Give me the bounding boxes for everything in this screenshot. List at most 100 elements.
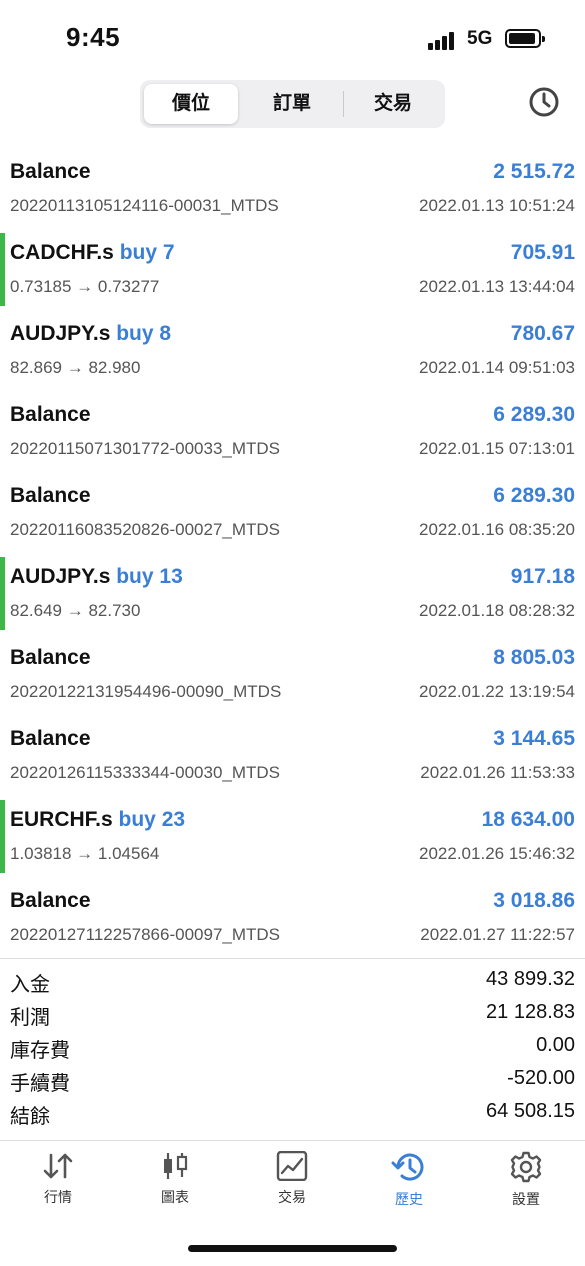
segmented-control: 價位 訂單 交易 [140, 80, 445, 128]
history-row[interactable]: Balance 3 018.86 20220127112257866-00097… [0, 877, 585, 958]
row-amount: 18 634.00 [481, 808, 575, 831]
network-type: 5G [467, 28, 493, 49]
arrows-updown-icon [43, 1153, 73, 1179]
summary-value: 64 508.15 [486, 1100, 575, 1122]
row-amount: 6 289.30 [493, 403, 575, 426]
history-row[interactable]: EURCHF.s buy 23 18 634.00 1.03818 → 1.04… [0, 796, 585, 877]
tab-label: 行情 [44, 1189, 72, 1205]
row-title: Balance [10, 646, 91, 669]
row-title: EURCHF.s buy 23 [10, 808, 185, 832]
summary-commission: 手續費 -520.00 [0, 1065, 585, 1098]
row-date: 2022.01.14 09:51:03 [419, 358, 575, 377]
row-symbol: AUDJPY.s [10, 565, 111, 588]
segment-orders[interactable]: 訂單 [242, 84, 342, 124]
battery-icon [505, 29, 545, 48]
row-date: 2022.01.13 10:51:24 [419, 196, 575, 215]
row-prices: 0.73185 → 0.73277 [10, 277, 160, 296]
summary-divider [0, 958, 585, 959]
trade-marker [0, 557, 5, 630]
summary-value: 21 128.83 [486, 1001, 575, 1023]
row-operation: buy 8 [116, 322, 172, 345]
row-prices: 1.03818 → 1.04564 [10, 844, 160, 863]
tab-label: 歷史 [395, 1191, 423, 1207]
tab-label: 設置 [512, 1191, 540, 1207]
trade-marker [0, 800, 5, 873]
row-prices: 82.649 → 82.730 [10, 601, 141, 620]
row-prices: 82.869 → 82.980 [10, 358, 141, 377]
row-amount: 780.67 [510, 322, 575, 345]
row-title: Balance [10, 160, 91, 183]
row-date: 2022.01.18 08:28:32 [419, 601, 575, 620]
row-amount: 705.91 [510, 241, 575, 264]
summary-swap: 庫存費 0.00 [0, 1032, 585, 1065]
history-row[interactable]: Balance 2 515.72 20220113105124116-00031… [0, 148, 585, 229]
row-operation: buy 23 [118, 808, 186, 831]
cellular-signal-icon [428, 30, 456, 50]
row-ticket: 20220127112257866-00097_MTDS [10, 925, 281, 944]
tab-trade[interactable]: 交易 [242, 1151, 342, 1221]
status-bar: 9:45 5G [0, 0, 585, 70]
summary-label: 庫存費 [10, 1040, 70, 1062]
candlestick-icon [164, 1153, 188, 1179]
row-amount: 3 018.86 [493, 889, 575, 912]
tab-bar: 行情 圖表 交易 歷史 設置 [0, 1141, 585, 1221]
tab-label: 交易 [278, 1189, 306, 1205]
tab-quotes[interactable]: 行情 [8, 1151, 108, 1221]
status-time: 9:45 [66, 22, 121, 52]
row-symbol: AUDJPY.s [10, 322, 111, 345]
home-indicator [188, 1245, 397, 1252]
row-symbol: CADCHF.s [10, 241, 114, 264]
row-ticket: 20220126115333344-00030_MTDS [10, 763, 281, 782]
row-ticket: 20220116083520826-00027_MTDS [10, 520, 281, 539]
row-operation: buy 13 [116, 565, 183, 588]
trade-chart-icon [276, 1151, 308, 1181]
history-row[interactable]: AUDJPY.s buy 8 780.67 82.869 → 82.980 20… [0, 310, 585, 391]
summary-section: 入金 43 899.32 利潤 21 128.83 庫存費 0.00 手續費 -… [0, 966, 585, 1131]
row-title: Balance [10, 727, 91, 750]
history-clock-icon [391, 1153, 424, 1181]
summary-value: -520.00 [507, 1067, 575, 1089]
row-ticket: 20220115071301772-00033_MTDS [10, 439, 281, 458]
tab-history[interactable]: 歷史 [359, 1151, 459, 1221]
tab-label: 圖表 [161, 1189, 189, 1205]
row-title: AUDJPY.s buy 13 [10, 565, 183, 589]
segment-prices[interactable]: 價位 [144, 84, 238, 124]
row-ticket: 20220113105124116-00031_MTDS [10, 196, 279, 215]
summary-label: 入金 [10, 974, 50, 996]
trade-marker [0, 233, 5, 306]
summary-label: 手續費 [10, 1073, 70, 1095]
row-title: Balance [10, 403, 91, 426]
row-title: Balance [10, 889, 91, 912]
history-row[interactable]: AUDJPY.s buy 13 917.18 82.649 → 82.730 2… [0, 553, 585, 634]
summary-label: 利潤 [10, 1007, 50, 1029]
segment-divider [343, 91, 344, 117]
row-amount: 8 805.03 [493, 646, 575, 669]
row-title: Balance [10, 484, 91, 507]
row-amount: 917.18 [510, 565, 575, 588]
tab-charts[interactable]: 圖表 [125, 1151, 225, 1221]
clock-icon[interactable] [528, 86, 560, 118]
row-date: 2022.01.27 11:22:57 [420, 925, 575, 944]
segment-deals[interactable]: 交易 [345, 84, 441, 124]
row-symbol: EURCHF.s [10, 808, 113, 831]
summary-value: 43 899.32 [486, 968, 575, 990]
summary-balance: 結餘 64 508.15 [0, 1098, 585, 1131]
history-row[interactable]: Balance 8 805.03 20220122131954496-00090… [0, 634, 585, 715]
row-date: 2022.01.22 13:19:54 [419, 682, 575, 701]
row-date: 2022.01.16 08:35:20 [419, 520, 575, 539]
history-row[interactable]: Balance 6 289.30 20220115071301772-00033… [0, 391, 585, 472]
row-ticket: 20220122131954496-00090_MTDS [10, 682, 282, 701]
summary-deposit: 入金 43 899.32 [0, 966, 585, 999]
history-row[interactable]: Balance 6 289.30 20220116083520826-00027… [0, 472, 585, 553]
row-date: 2022.01.26 11:53:33 [420, 763, 575, 782]
history-row[interactable]: Balance 3 144.65 20220126115333344-00030… [0, 715, 585, 796]
row-date: 2022.01.26 15:46:32 [419, 844, 575, 863]
row-title: CADCHF.s buy 7 [10, 241, 175, 265]
row-date: 2022.01.13 13:44:04 [419, 277, 575, 296]
row-title: AUDJPY.s buy 8 [10, 322, 171, 346]
tab-settings[interactable]: 設置 [476, 1151, 576, 1221]
row-operation: buy 7 [119, 241, 175, 264]
row-amount: 6 289.30 [493, 484, 575, 507]
history-row[interactable]: CADCHF.s buy 7 705.91 0.73185 → 0.73277 … [0, 229, 585, 310]
row-amount: 2 515.72 [493, 160, 575, 183]
